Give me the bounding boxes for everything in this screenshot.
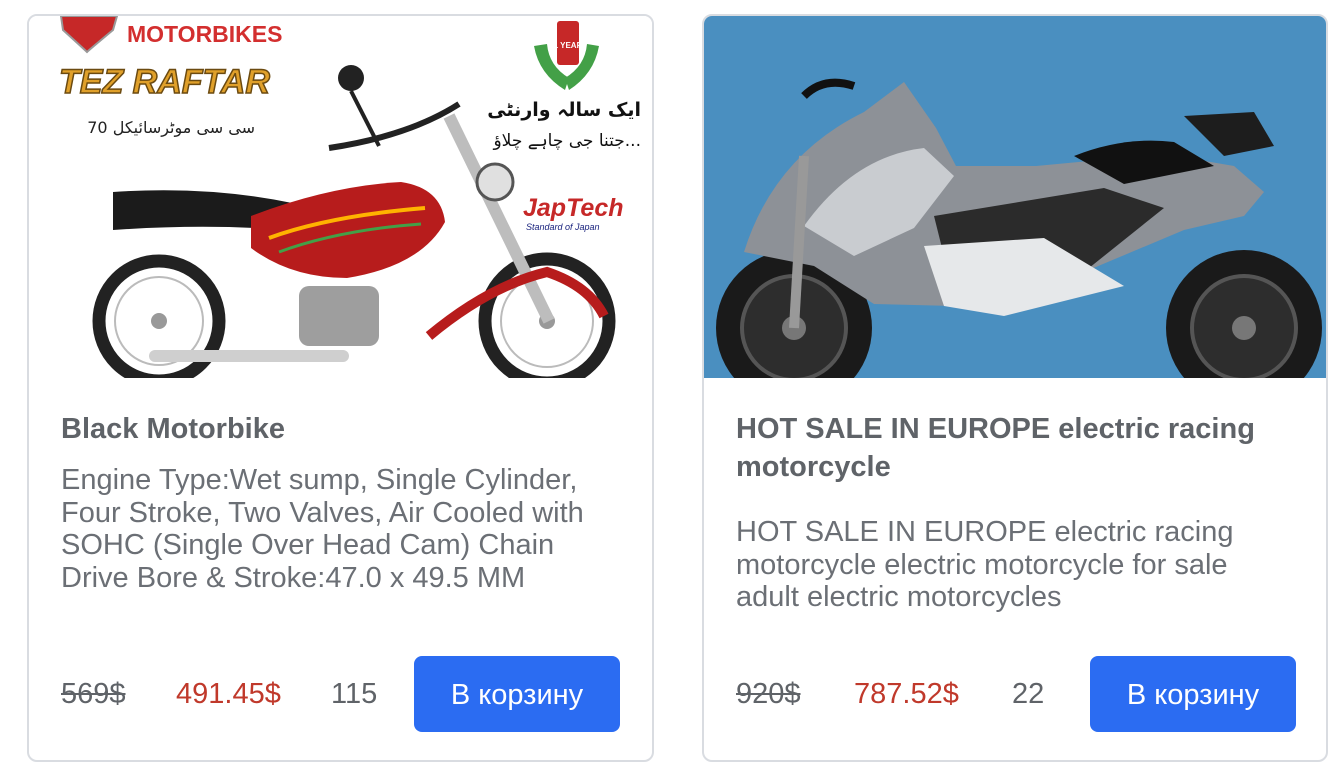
add-to-cart-button[interactable]: В корзину — [414, 656, 620, 732]
sale-price: 787.52$ — [854, 678, 959, 710]
product-image[interactable]: MOTORBIKES TEZ RAFTAR 70 سی سی موٹرسائیک… — [29, 16, 652, 378]
product-card: MOTORBIKES TEZ RAFTAR 70 سی سی موٹرسائیک… — [27, 14, 654, 762]
product-description: Engine Type:Wet sump, Single Cylinder, F… — [61, 464, 584, 594]
product-title[interactable]: HOT SALE IN EUROPE electric racing motor… — [736, 410, 1296, 486]
price-row: 920$ 787.52$ 22 В корзину — [736, 656, 1296, 732]
model-text: TEZ RAFTAR — [59, 63, 270, 101]
product-title[interactable]: Black Motorbike — [61, 410, 622, 448]
stock-quantity: 115 — [331, 678, 378, 710]
brand-text: MOTORBIKES — [127, 21, 282, 47]
stock-quantity: 22 — [1012, 678, 1045, 710]
product-image[interactable] — [704, 16, 1326, 378]
japtech-tagline: Standard of Japan — [526, 222, 600, 232]
warranty-badge: 1 YEAR — [554, 41, 583, 50]
old-price: 569$ — [61, 678, 126, 710]
product-description: HOT SALE IN EUROPE electric racing motor… — [736, 516, 1234, 613]
old-price: 920$ — [736, 678, 801, 710]
urdu-subtitle: 70 سی سی موٹرسائیکل — [87, 118, 255, 138]
price-row: 569$ 491.45$ 115 В корзину — [61, 656, 620, 732]
product-card: HOT SALE IN EUROPE electric racing motor… — [702, 14, 1328, 762]
warranty-line1: ایک سالہ وارنٹی — [487, 99, 641, 121]
warranty-line2: جتنا جی چاہے چلاؤ... — [492, 131, 641, 151]
add-to-cart-button[interactable]: В корзину — [1090, 656, 1296, 732]
japtech-logo: JapTech — [523, 194, 624, 222]
sale-price: 491.45$ — [176, 678, 281, 710]
